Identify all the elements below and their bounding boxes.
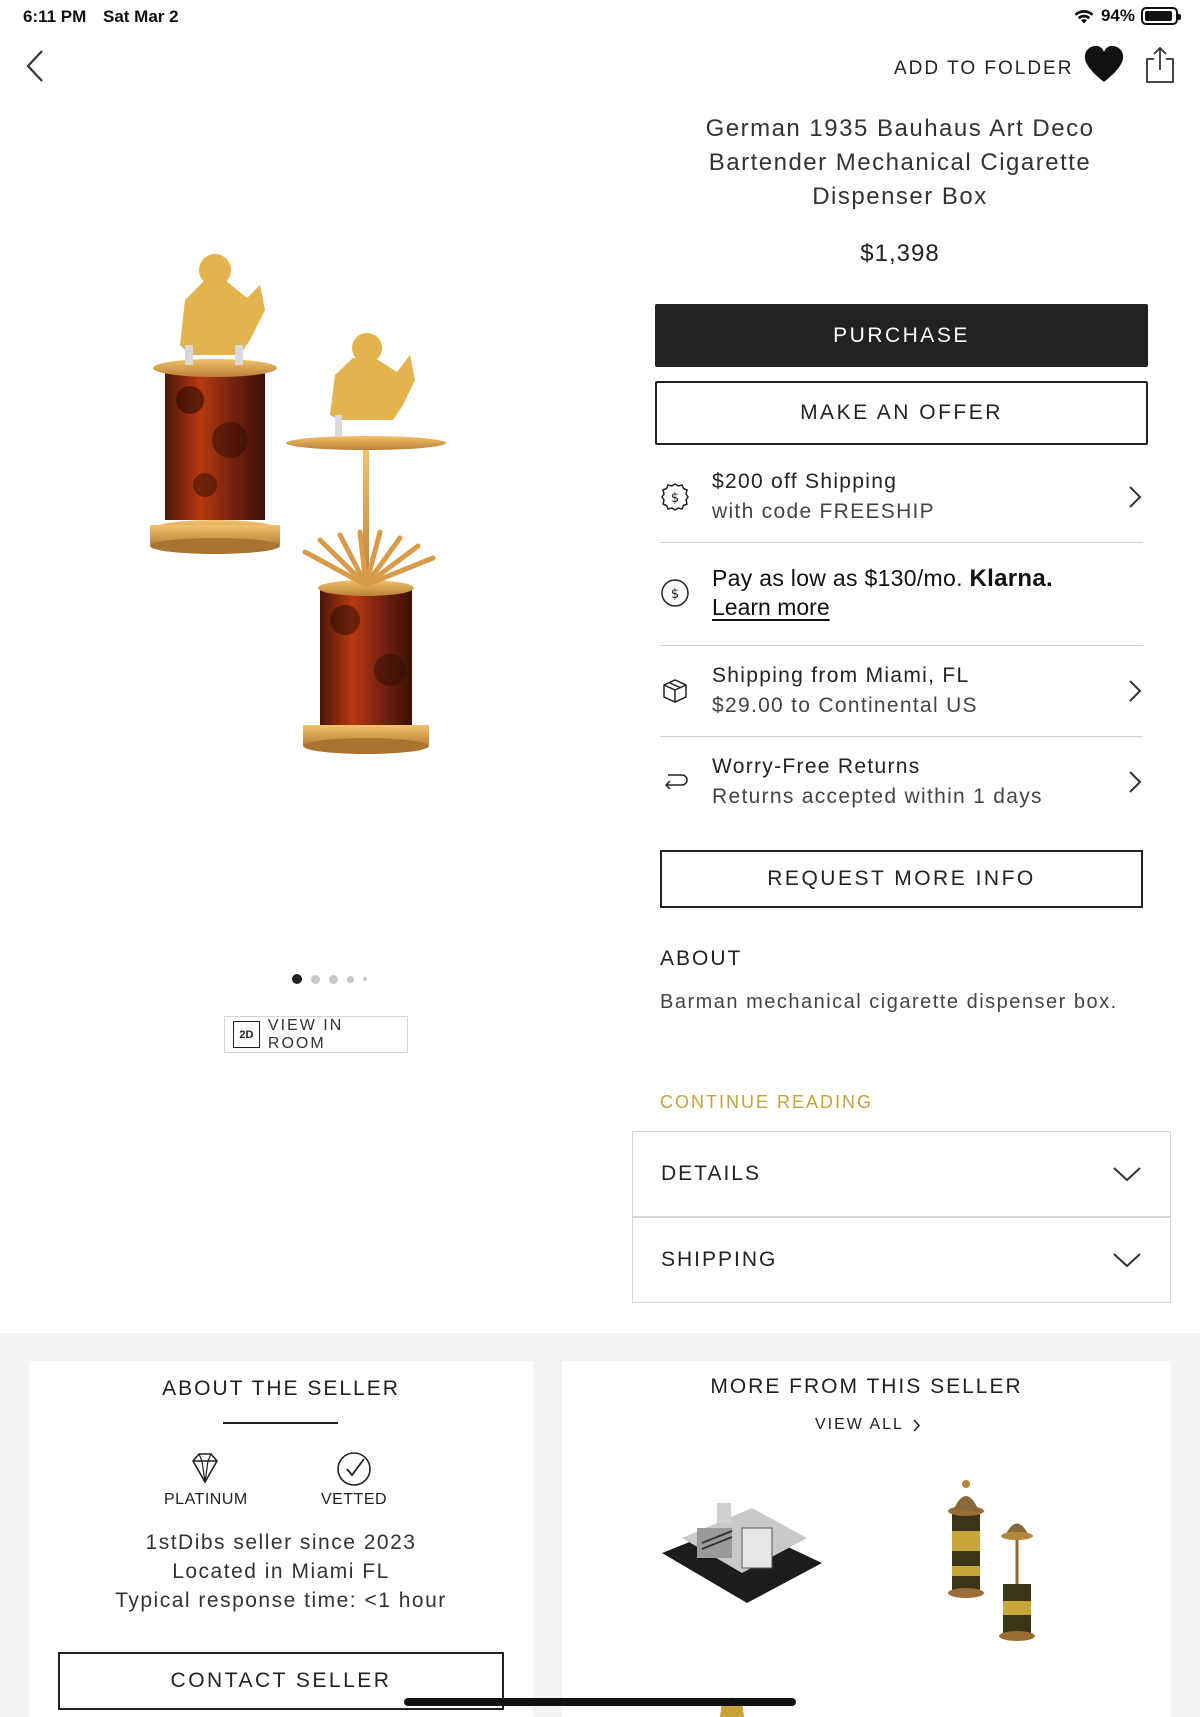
add-to-folder-button[interactable]: ADD TO FOLDER: [894, 58, 1073, 80]
wifi-icon: [1074, 9, 1094, 23]
promo-code: with code FREESHIP: [712, 500, 935, 523]
vetted-check-icon: [337, 1452, 371, 1486]
platinum-badge-label: PLATINUM: [164, 1491, 248, 1508]
shipping-label: SHIPPING: [661, 1248, 778, 1271]
seller-since: 1stDibs seller since 2023: [145, 1531, 417, 1554]
divider: [660, 645, 1143, 646]
related-item-thumbnail[interactable]: [657, 1483, 827, 1613]
make-offer-button[interactable]: MAKE AN OFFER: [655, 381, 1148, 445]
pagination-dot[interactable]: [347, 975, 354, 983]
status-time: 6:11 PM: [23, 7, 87, 26]
chevron-down-icon: [1113, 1253, 1141, 1268]
product-price: $1,398: [860, 240, 940, 267]
return-arrow-icon: [664, 774, 688, 790]
divider: [660, 542, 1143, 543]
view-all-label: VIEW ALL: [815, 1416, 904, 1433]
status-indicators: 94%: [1073, 6, 1181, 26]
related-item-thumbnail[interactable]: [937, 1476, 1047, 1646]
pagination-dot[interactable]: [329, 974, 338, 984]
battery-percent: 94%: [1100, 6, 1135, 25]
product-image[interactable]: [135, 240, 495, 820]
shipping-cost: $29.00 to Continental US: [712, 694, 978, 717]
continue-reading-link[interactable]: CONTINUE READING: [660, 1092, 873, 1113]
heading-underline: [223, 1422, 338, 1424]
chevron-right-icon: [1129, 771, 1142, 793]
pagination-dot[interactable]: [292, 974, 302, 984]
seller-response-time: Typical response time: <1 hour: [115, 1589, 447, 1612]
shipping-accordion[interactable]: SHIPPING: [632, 1217, 1171, 1303]
about-seller-heading: ABOUT THE SELLER: [162, 1377, 400, 1400]
share-icon[interactable]: [1144, 46, 1176, 84]
pagination-dot[interactable]: [311, 974, 320, 984]
product-title: German 1935 Bauhaus Art Deco Bartender M…: [705, 115, 1095, 210]
dollar-circle-icon: $: [661, 483, 689, 511]
about-description: Barman mechanical cigarette dispenser bo…: [660, 991, 1118, 1013]
view-all-link[interactable]: VIEW ALL: [815, 1416, 921, 1434]
back-chevron-icon[interactable]: [22, 46, 50, 86]
vetted-badge-label: VETTED: [320, 1491, 388, 1508]
promo-shipping-row[interactable]: $ $200 off Shipping with code FREESHIP: [660, 467, 1143, 527]
pagination-dot[interactable]: [363, 977, 367, 981]
heart-icon[interactable]: [1083, 44, 1125, 84]
promo-title: $200 off Shipping: [712, 470, 898, 493]
request-more-info-button[interactable]: REQUEST MORE INFO: [660, 850, 1143, 908]
battery-fill: [1145, 11, 1173, 21]
home-indicator[interactable]: [404, 1698, 796, 1706]
returns-row[interactable]: Worry-Free Returns Returns accepted with…: [660, 752, 1143, 812]
svg-text:$: $: [671, 491, 679, 506]
status-date: Sat Mar 2: [103, 7, 179, 26]
seller-location: Located in Miami FL: [172, 1560, 390, 1583]
returns-policy: Returns accepted within 1 days: [712, 785, 1043, 808]
klarna-logo: Klarna.: [969, 565, 1053, 592]
more-from-seller-heading: MORE FROM THIS SELLER: [710, 1375, 1023, 1398]
klarna-text-line: Pay as low as $130/mo. Klarna.: [712, 564, 1143, 593]
dollar-circle-icon: $: [661, 578, 689, 607]
chevron-right-icon: [1129, 486, 1142, 508]
view-in-room-label: VIEW IN ROOM: [267, 1016, 344, 1052]
shipping-row[interactable]: Shipping from Miami, FL $29.00 to Contin…: [660, 661, 1143, 721]
klarna-text: Pay as low as $130/mo.: [712, 565, 963, 591]
diamond-icon: [192, 1453, 218, 1484]
view-in-room-button[interactable]: 2D VIEW IN ROOM: [224, 1016, 408, 1053]
image-pagination[interactable]: [292, 974, 367, 984]
about-heading: ABOUT: [660, 947, 743, 970]
details-accordion[interactable]: DETAILS: [632, 1131, 1171, 1217]
shipping-origin: Shipping from Miami, FL: [712, 664, 970, 687]
learn-more-link[interactable]: Learn more: [712, 593, 1143, 621]
chevron-right-icon: [913, 1418, 921, 1432]
chevron-right-icon: [1129, 680, 1142, 702]
returns-title: Worry-Free Returns: [712, 755, 921, 778]
more-from-seller-card: MORE FROM THIS SELLER VIEW ALL: [562, 1361, 1171, 1717]
chevron-down-icon: [1113, 1167, 1141, 1182]
package-icon: [663, 679, 687, 703]
svg-text:$: $: [671, 587, 679, 602]
2d-icon: 2D: [233, 1021, 260, 1048]
details-label: DETAILS: [661, 1162, 761, 1185]
purchase-button[interactable]: PURCHASE: [655, 304, 1148, 367]
divider: [660, 736, 1143, 737]
klarna-row[interactable]: $ Pay as low as $130/mo. Klarna. Learn m…: [660, 564, 1143, 621]
battery-icon: [1141, 7, 1181, 25]
